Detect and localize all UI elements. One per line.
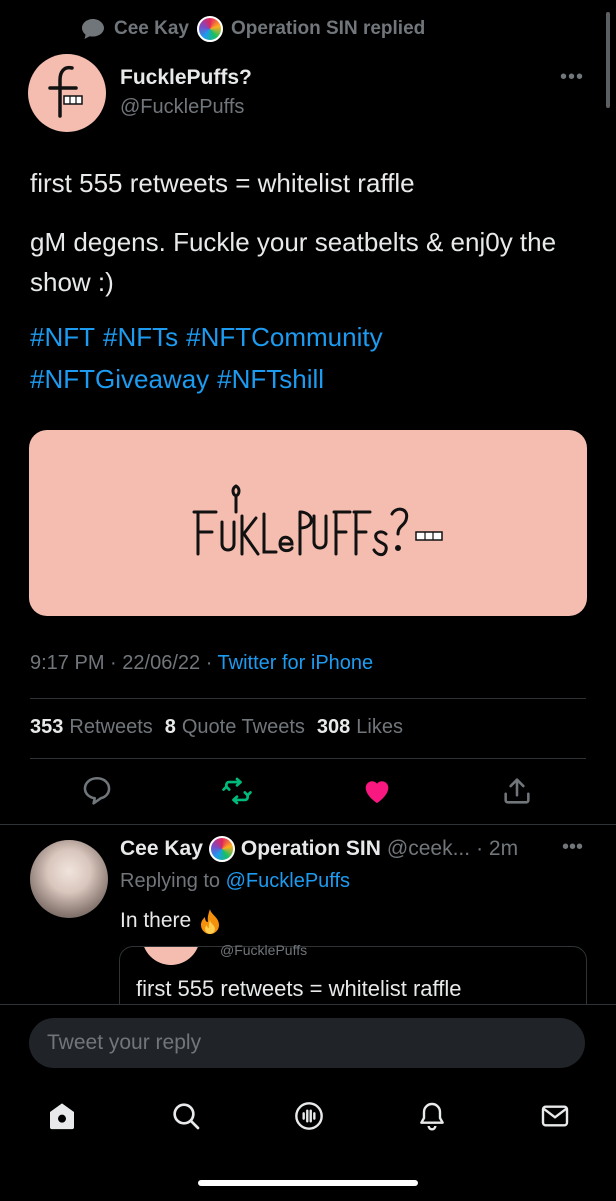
scrollbar[interactable] bbox=[606, 12, 610, 108]
hashtag-link[interactable]: #NFTshill bbox=[217, 364, 324, 394]
hashtag-link[interactable]: #NFTGiveaway bbox=[30, 364, 209, 394]
likes-count: 308 bbox=[316, 716, 351, 738]
retweets-stat[interactable]: 353 Retweets bbox=[30, 716, 153, 739]
replying-to-link[interactable]: @FucklePuffs bbox=[226, 870, 350, 892]
context-text: Operation SIN replied bbox=[231, 18, 426, 39]
home-indicator[interactable] bbox=[198, 1180, 418, 1186]
fire-emoji-icon bbox=[201, 909, 220, 934]
lollipop-emoji-icon bbox=[197, 16, 223, 42]
retweets-label: Retweets bbox=[69, 716, 153, 738]
reply-author-name2[interactable]: Operation SIN bbox=[241, 837, 381, 861]
likes-label: Likes bbox=[356, 716, 403, 738]
notifications-icon[interactable] bbox=[416, 1100, 448, 1132]
tweet-source-link[interactable]: Twitter for iPhone bbox=[218, 652, 374, 674]
quotes-stat[interactable]: 8 Quote Tweets bbox=[165, 716, 305, 739]
share-icon[interactable] bbox=[500, 774, 534, 808]
reply-more-options-icon[interactable]: ••• bbox=[562, 836, 583, 859]
quoted-handle: @FucklePuffs bbox=[220, 942, 308, 958]
meta-separator: · bbox=[110, 652, 123, 674]
hashtag-list: #NFT #NFTs #NFTCommunity #NFTGiveaway #NFTs… bbox=[30, 316, 590, 400]
reply-author-handle[interactable]: @ceek... bbox=[387, 837, 470, 861]
speech-bubble-icon bbox=[82, 19, 104, 39]
lollipop-emoji-icon bbox=[208, 836, 235, 862]
reply-author-name[interactable]: Cee Kay bbox=[120, 837, 203, 861]
author-handle[interactable]: @FucklePuffs bbox=[120, 96, 244, 119]
reply-body: In there bbox=[120, 909, 192, 932]
fuckle-avatar-icon bbox=[48, 65, 83, 118]
reply-time: · 2m bbox=[476, 837, 519, 860]
hashtag-link[interactable]: #NFTCommunity bbox=[186, 322, 382, 352]
hashtag-link[interactable]: #NFTs bbox=[103, 322, 178, 352]
meta-separator: · bbox=[205, 652, 218, 674]
messages-icon[interactable] bbox=[539, 1100, 571, 1132]
quoted-text: first 555 retweets = whitelist raffle bbox=[136, 976, 462, 1001]
tweet-stats: 353 Retweets 8 Quote Tweets 308 Likes bbox=[30, 716, 403, 739]
retweets-count: 353 bbox=[30, 716, 64, 738]
context-name: Cee Kay bbox=[114, 18, 189, 39]
reply-icon[interactable] bbox=[80, 774, 114, 808]
tweet-meta: 9:17 PM · 22/06/22 · Twitter for iPhone bbox=[30, 652, 373, 675]
divider bbox=[30, 698, 586, 699]
tweet-date: 22/06/22 bbox=[122, 652, 201, 674]
divider bbox=[30, 758, 586, 759]
more-options-icon[interactable]: ••• bbox=[560, 66, 584, 89]
like-icon[interactable] bbox=[360, 774, 394, 808]
spaces-icon[interactable] bbox=[293, 1100, 325, 1132]
search-icon[interactable] bbox=[170, 1100, 202, 1132]
social-context: Cee Kay Operation SIN replied bbox=[80, 14, 425, 44]
tweet-text-line2: gM degens. Fuckle your seatbelts & enj0y… bbox=[30, 227, 557, 297]
tweet-text-line1: first 555 retweets = whitelist raffle bbox=[30, 168, 415, 198]
retweet-icon[interactable] bbox=[220, 774, 254, 808]
hashtag-link[interactable]: #NFT bbox=[30, 322, 95, 352]
reply-input[interactable] bbox=[29, 1018, 585, 1068]
likes-stat[interactable]: 308 Likes bbox=[317, 716, 403, 739]
fucklepuffs-logo bbox=[190, 482, 460, 567]
replying-to: Replying to @FucklePuffs bbox=[120, 870, 350, 893]
quotes-label: Quote Tweets bbox=[181, 716, 305, 738]
author-name[interactable]: FucklePuffs? bbox=[120, 66, 252, 90]
reply-header: Cee Kay Operation SIN @ceek... · 2m bbox=[120, 836, 518, 862]
tweet-time: 9:17 PM bbox=[30, 652, 105, 674]
author-avatar[interactable] bbox=[28, 54, 106, 132]
home-icon[interactable] bbox=[46, 1100, 78, 1132]
reply-text: In there bbox=[120, 908, 221, 934]
replying-prefix: Replying to bbox=[120, 870, 221, 892]
quotes-count: 8 bbox=[164, 716, 176, 738]
quoted-avatar bbox=[142, 947, 200, 965]
reply-author-avatar[interactable] bbox=[30, 840, 108, 918]
divider bbox=[0, 824, 616, 825]
